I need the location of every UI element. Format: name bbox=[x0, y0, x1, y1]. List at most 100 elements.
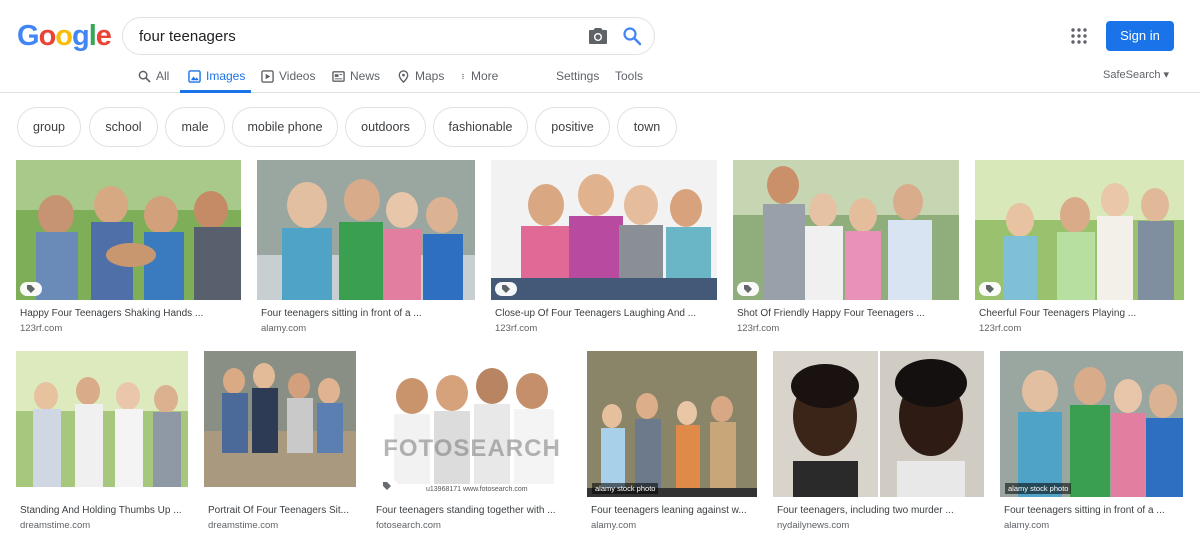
result-title[interactable]: Four teenagers standing together with ..… bbox=[376, 505, 572, 516]
logo-letter: l bbox=[88, 20, 97, 52]
result-title[interactable]: Standing And Holding Thumbs Up ... bbox=[20, 505, 188, 516]
image-result[interactable]: Standing And Holding Thumbs Up ... dream… bbox=[16, 351, 188, 536]
result-source: alamy.com bbox=[591, 520, 637, 531]
tab-videos[interactable]: Videos bbox=[261, 66, 315, 86]
result-title[interactable]: Four teenagers leaning against w... bbox=[591, 505, 757, 516]
result-title[interactable]: Four teenagers sitting in front of a ... bbox=[1004, 505, 1183, 516]
tab-label: Settings bbox=[556, 69, 600, 83]
chip[interactable]: fashionable bbox=[433, 107, 528, 147]
logo-letter: o bbox=[55, 20, 73, 52]
image-result[interactable]: Four teenagers sitting in front of a ...… bbox=[257, 160, 475, 345]
result-thumbnail[interactable] bbox=[491, 160, 717, 300]
image-result[interactable]: Cheerful Four Teenagers Playing ... 123r… bbox=[975, 160, 1184, 345]
search-box bbox=[122, 17, 655, 55]
logo-letter: e bbox=[95, 20, 112, 52]
photo-caption: alamy stock photo bbox=[1005, 483, 1072, 494]
tag-icon bbox=[737, 282, 759, 296]
tab-images[interactable]: Images bbox=[188, 66, 245, 86]
tab-more[interactable]: More bbox=[460, 66, 498, 86]
chip[interactable]: male bbox=[165, 107, 225, 147]
result-thumbnail[interactable] bbox=[773, 351, 984, 497]
sign-in-button[interactable]: Sign in bbox=[1106, 21, 1174, 51]
result-thumbnail[interactable]: FOTOSEARCH u13968171 www.fotosearch.com bbox=[372, 351, 572, 497]
safesearch-dropdown[interactable]: SafeSearch ▾ bbox=[1103, 68, 1169, 81]
tab-tools[interactable]: Tools bbox=[615, 66, 643, 86]
result-source: dreamstime.com bbox=[208, 520, 279, 531]
result-source: 123rf.com bbox=[979, 323, 1022, 334]
logo-letter: G bbox=[17, 20, 40, 52]
search-input[interactable] bbox=[139, 26, 559, 46]
tab-news[interactable]: News bbox=[332, 66, 380, 86]
tab-maps[interactable]: Maps bbox=[397, 66, 444, 86]
tab-label: News bbox=[350, 69, 381, 83]
result-source: alamy.com bbox=[1004, 520, 1050, 531]
tab-label: Videos bbox=[279, 69, 316, 83]
result-thumbnail[interactable] bbox=[733, 160, 959, 300]
search-icon[interactable] bbox=[622, 26, 642, 46]
result-title[interactable]: Cheerful Four Teenagers Playing ... bbox=[979, 308, 1184, 319]
map-pin-icon bbox=[398, 69, 409, 83]
active-tab-indicator bbox=[180, 90, 251, 93]
result-thumbnail[interactable] bbox=[204, 351, 356, 497]
image-result[interactable]: alamy stock photo Four teenagers leaning… bbox=[587, 351, 757, 536]
search-tabs: All Images Videos News Maps More Setting… bbox=[0, 60, 1200, 93]
image-result[interactable]: FOTOSEARCH u13968171 www.fotosearch.com … bbox=[372, 351, 572, 536]
photo-caption: alamy stock photo bbox=[592, 483, 659, 494]
tab-label: More bbox=[471, 69, 499, 83]
search-icon bbox=[138, 70, 151, 83]
tab-label: Maps bbox=[415, 69, 445, 83]
chip[interactable]: outdoors bbox=[345, 107, 426, 147]
result-title[interactable]: Four teenagers sitting in front of a ... bbox=[261, 308, 481, 319]
image-icon bbox=[188, 69, 201, 83]
tag-icon bbox=[495, 282, 517, 296]
chip[interactable]: school bbox=[89, 107, 158, 147]
apps-grid-icon[interactable] bbox=[1071, 28, 1087, 44]
google-logo[interactable]: Google bbox=[17, 20, 112, 53]
result-thumbnail[interactable] bbox=[16, 160, 241, 300]
more-vert-icon bbox=[462, 73, 464, 79]
image-result[interactable]: Close-up Of Four Teenagers Laughing And … bbox=[491, 160, 717, 345]
result-thumbnail[interactable] bbox=[257, 160, 475, 300]
result-thumbnail[interactable] bbox=[975, 160, 1184, 300]
result-title[interactable]: Four teenagers, including two murder ... bbox=[777, 505, 984, 516]
photo-caption: u13968171 www.fotosearch.com bbox=[426, 486, 528, 493]
tab-label: All bbox=[156, 69, 170, 83]
result-source: 123rf.com bbox=[20, 323, 63, 334]
tab-label: Images bbox=[206, 69, 246, 83]
result-title[interactable]: Happy Four Teenagers Shaking Hands ... bbox=[20, 308, 240, 319]
result-thumbnail[interactable] bbox=[16, 351, 188, 497]
tag-icon bbox=[20, 282, 42, 296]
watermark-text: FOTOSEARCH bbox=[383, 435, 561, 462]
chip[interactable]: positive bbox=[535, 107, 610, 147]
image-result[interactable]: Four teenagers, including two murder ...… bbox=[773, 351, 984, 536]
tab-all[interactable]: All bbox=[138, 66, 169, 86]
tab-settings[interactable]: Settings bbox=[556, 66, 599, 86]
chip[interactable]: town bbox=[617, 107, 677, 147]
result-thumbnail[interactable]: alamy stock photo bbox=[1000, 351, 1183, 497]
result-source: fotosearch.com bbox=[376, 520, 441, 531]
result-title[interactable]: Portrait Of Four Teenagers Sit... bbox=[208, 505, 356, 516]
video-icon bbox=[261, 69, 274, 83]
result-source: 123rf.com bbox=[737, 323, 780, 334]
result-source: 123rf.com bbox=[495, 323, 538, 334]
result-source: dreamstime.com bbox=[20, 520, 91, 531]
camera-icon[interactable] bbox=[588, 27, 608, 45]
news-icon bbox=[332, 70, 345, 82]
logo-letter: g bbox=[72, 20, 90, 52]
result-source: alamy.com bbox=[261, 323, 307, 334]
image-result[interactable]: Happy Four Teenagers Shaking Hands ... 1… bbox=[16, 160, 241, 345]
tag-icon bbox=[376, 479, 398, 493]
image-result[interactable]: alamy stock photo Four teenagers sitting… bbox=[1000, 351, 1183, 536]
result-thumbnail[interactable]: alamy stock photo bbox=[587, 351, 757, 497]
result-title[interactable]: Shot Of Friendly Happy Four Teenagers ..… bbox=[737, 308, 957, 319]
image-result[interactable]: Shot Of Friendly Happy Four Teenagers ..… bbox=[733, 160, 959, 345]
tag-icon bbox=[979, 282, 1001, 296]
tab-label: Tools bbox=[615, 69, 644, 83]
header: Google Sign in All Images Videos bbox=[0, 0, 1200, 93]
chip[interactable]: mobile phone bbox=[232, 107, 338, 147]
logo-letter: o bbox=[38, 20, 57, 52]
image-result[interactable]: Portrait Of Four Teenagers Sit... dreams… bbox=[204, 351, 356, 536]
chip[interactable]: group bbox=[17, 107, 81, 147]
result-title[interactable]: Close-up Of Four Teenagers Laughing And … bbox=[495, 308, 715, 319]
result-source: nydailynews.com bbox=[777, 520, 850, 531]
